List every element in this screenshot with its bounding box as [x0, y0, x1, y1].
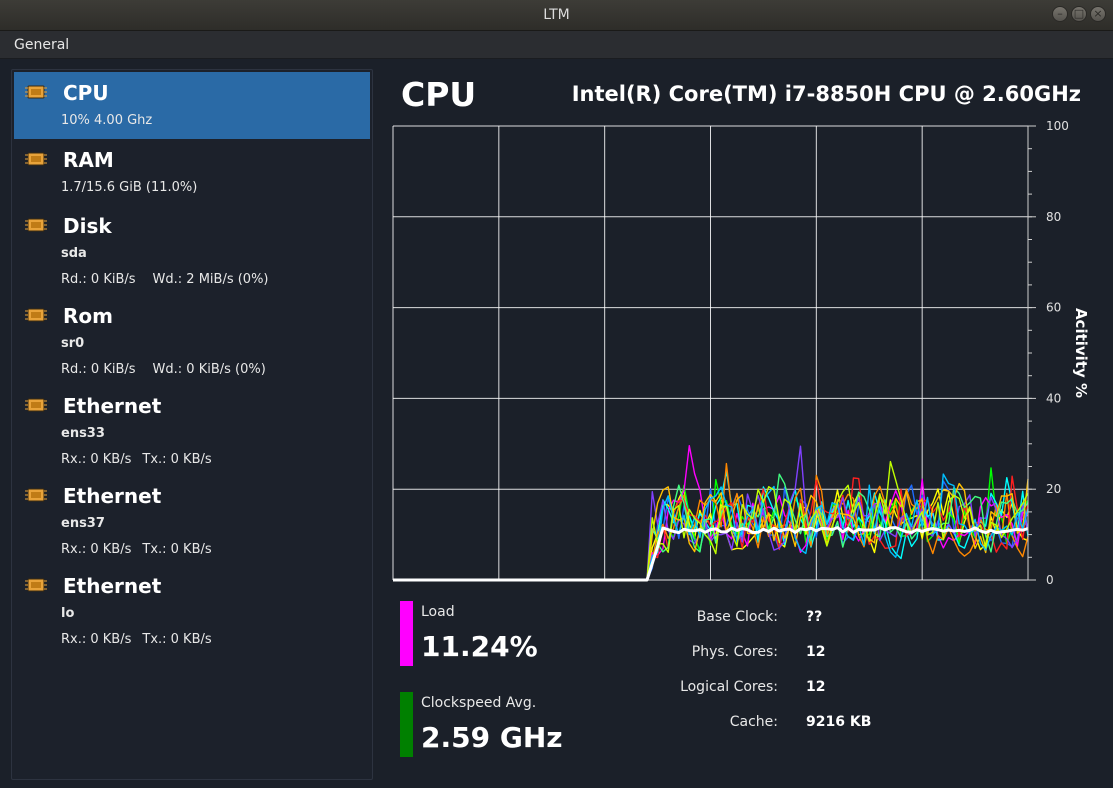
cache-value: 9216 KB — [806, 714, 872, 730]
phys-cores-value: 12 — [806, 644, 826, 660]
y-tick-label: 80 — [1046, 210, 1061, 224]
load-value: 11.24% — [421, 630, 538, 663]
y-tick-label: 40 — [1046, 391, 1061, 405]
base-clock-value: ?? — [806, 609, 823, 625]
clock-value: 2.59 GHz — [421, 721, 563, 754]
logical-cores-value: 12 — [806, 679, 826, 695]
y-tick-label: 0 — [1046, 573, 1054, 587]
base-clock-label: Base Clock: — [696, 609, 778, 625]
phys-cores-label: Phys. Cores: — [691, 644, 778, 660]
load-label: Load — [421, 604, 455, 620]
clock-label: Clockspeed Avg. — [421, 695, 537, 711]
y-tick-label: 60 — [1046, 301, 1061, 315]
load-color-bar — [400, 601, 413, 666]
clock-color-bar — [400, 692, 413, 757]
cache-label: Cache: — [729, 714, 778, 730]
logical-cores-label: Logical Cores: — [680, 679, 778, 695]
y-tick-label: 20 — [1046, 482, 1061, 496]
cpu-activity-chart: 0 20 40 60 80 100 Acitivity % — [392, 119, 1090, 587]
y-tick-label: 100 — [1046, 119, 1069, 133]
y-axis-label: Acitivity % — [1072, 308, 1090, 398]
